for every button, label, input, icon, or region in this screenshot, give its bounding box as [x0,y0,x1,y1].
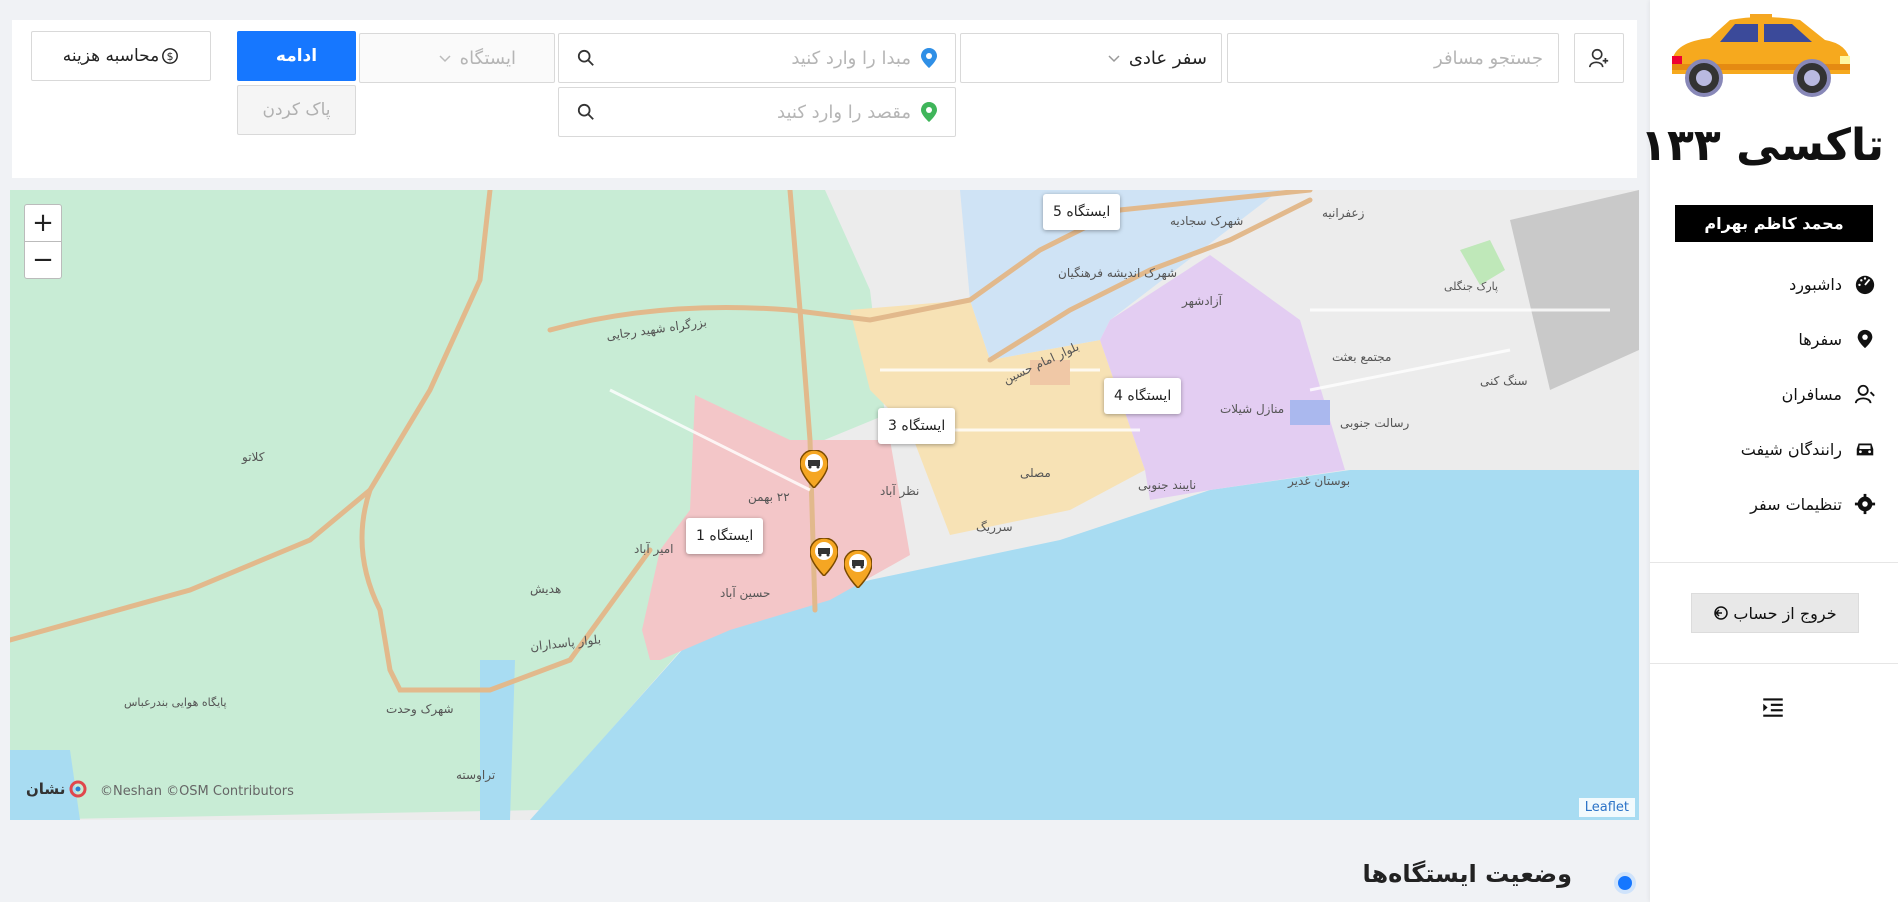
add-user-icon [1589,48,1609,68]
map-place-label: شهرک وحدت [386,702,454,716]
nav-label-trip-settings: تنظیمات سفر [1750,494,1842,514]
map-view[interactable]: + − ایستگاه 1 ایستگاه 3 ایستگاه 4 ایستگا… [10,190,1639,820]
taxi-logo [1672,14,1850,97]
logout-button[interactable]: خروج از حساب [1691,593,1859,633]
car-icon [1856,443,1874,456]
sidebar: تاکسی ۱۳۳ محمد کاظم بهرام داشبورد سفرها … [1640,0,1898,902]
add-passenger-button[interactable] [1574,33,1624,83]
map-attribution: ©Neshan ©OSM Contributors [100,784,294,799]
map-place-label: نایبند جنوبی [1138,478,1197,492]
gear-icon [1854,493,1876,515]
chevron-down-icon [439,55,451,63]
location-pin-icon [1857,329,1873,349]
trip-type-select[interactable]: سفر عادی [960,33,1222,83]
nav-label-dashboard: داشبورد [1789,274,1842,294]
divider [1650,562,1898,563]
trip-type-value: سفر عادی [1128,47,1207,69]
map-place-label: پارک جنگلی [1444,280,1499,293]
origin-input[interactable]: مبدا را وارد کنید [558,33,956,83]
zoom-in-button[interactable]: + [24,204,62,242]
chevron-down-icon [1108,55,1120,63]
destination-input[interactable]: مقصد را وارد کنید [558,87,956,137]
destination-placeholder: مقصد را وارد کنید [777,101,911,123]
taxi-marker-icon[interactable] [810,538,838,576]
logout-label: خروج از حساب [1733,603,1837,623]
station-label-1[interactable]: ایستگاه 1 [686,518,764,554]
taxi-marker-icon[interactable] [844,550,872,588]
station-label-5[interactable]: ایستگاه 5 [1043,194,1121,230]
station-status-title: وضعیت ایستگاه‌ها [1362,860,1572,888]
svg-text:$: $ [167,50,174,63]
leaflet-link[interactable]: Leaflet [1578,798,1635,817]
status-indicator-dot [1614,872,1636,894]
logout-icon [1714,606,1729,620]
trip-form-panel: جستجو مسافر سفر عادی مبدا را وارد کنید م… [12,20,1637,178]
dashboard-icon [1855,275,1875,295]
taxi-marker-icon[interactable] [800,450,828,488]
map-place-label: کلاتو [242,450,265,464]
map-place-label: سرریگ [976,520,1013,534]
map-place-label: شهرک اندیشه فرهنگیان [1058,266,1178,280]
map-place-label: ۲۲ بهمن [748,490,790,504]
map-place-label: تراوسته [456,768,496,782]
station-placeholder: ایستگاه [459,47,516,69]
nav-item-trip-settings[interactable]: تنظیمات سفر [1750,490,1876,518]
nav-label-shift-drivers: رانندگان شیفت [1740,439,1842,459]
continue-button[interactable]: ادامه [237,31,356,81]
user-name-badge: محمد کاظم بهرام [1675,205,1873,242]
dollar-icon: $ [162,48,179,64]
nav-label-passengers: مسافران [1781,384,1842,404]
map-place-label: هدیش [530,582,562,596]
origin-pin-icon [921,48,937,68]
divider [1650,663,1898,664]
map-place-label: مجتمع بعثت [1332,350,1392,364]
brand-title: تاکسی ۱۳۳ [1640,120,1884,171]
search-icon[interactable] [577,103,595,121]
station-label-4[interactable]: ایستگاه 4 [1104,378,1182,414]
map-tiles [10,190,1639,820]
passenger-search-placeholder: جستجو مسافر [1434,47,1543,69]
nav-item-trips[interactable]: سفرها [1798,325,1876,353]
map-place-label: شهرک سجادیه [1170,214,1244,228]
station-select[interactable]: ایستگاه [359,33,555,83]
clear-button[interactable]: پاک کردن [237,85,356,135]
station-label-3[interactable]: ایستگاه 3 [878,408,956,444]
neshan-logo: نشان [26,780,87,798]
nav-item-dashboard[interactable]: داشبورد [1789,270,1876,298]
nav-label-trips: سفرها [1798,329,1842,349]
map-place-label: امیر آباد [634,542,674,556]
destination-pin-icon [921,102,937,122]
neshan-logo-icon [69,780,87,798]
map-place-label: مصلی [1020,466,1051,480]
map-place-label: زعفرانیه [1322,206,1365,220]
passenger-search-input[interactable]: جستجو مسافر [1227,33,1559,83]
nav-item-passengers[interactable]: مسافران [1782,380,1876,408]
map-place-label: نظر آباد [880,484,920,498]
zoom-out-button[interactable]: − [24,241,62,279]
map-place-label: منازل شیلات [1220,402,1285,416]
search-icon[interactable] [577,49,595,67]
map-place-label: بوستان غدیر [1288,474,1351,488]
neshan-brand: نشان [26,780,66,798]
user-icon [1854,384,1875,404]
menu-indent-icon[interactable] [1760,694,1786,720]
map-place-label: آزادشهر [1182,294,1223,308]
origin-placeholder: مبدا را وارد کنید [791,47,911,69]
map-place-label: سنگ کنی [1480,374,1528,388]
calculate-cost-label: محاسبه هزینه [62,46,160,66]
map-place-label: حسین آباد [720,586,771,600]
nav-item-shift-drivers[interactable]: رانندگان شیفت [1741,435,1876,463]
calculate-cost-button[interactable]: محاسبه هزینه $ [31,31,211,81]
map-place-label: پایگاه هوایی بندرعباس [124,696,227,709]
map-place-label: رسالت جنوبی [1340,416,1410,430]
